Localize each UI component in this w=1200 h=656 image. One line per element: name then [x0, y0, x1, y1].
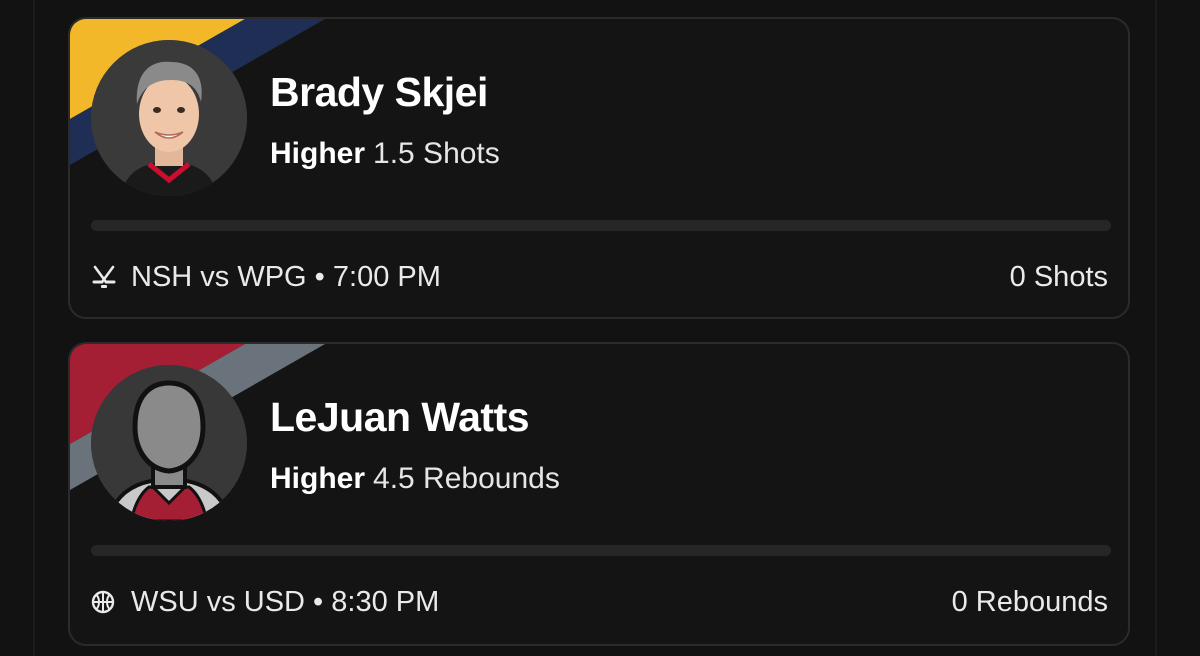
- game-info: NSH vs WPG • 7:00 PM: [91, 259, 441, 295]
- right-divider: [1155, 0, 1157, 656]
- pick-direction: Higher: [270, 462, 366, 495]
- pick-card-brady-skjei[interactable]: Brady Skjei Higher 1.5 Shots NSH vs WPG •…: [68, 17, 1130, 319]
- player-silhouette-icon: [91, 365, 247, 521]
- progress-bar: [91, 220, 1111, 231]
- current-result: 0 Shots: [1009, 260, 1108, 293]
- pick-card-lejuan-watts[interactable]: LeJuan Watts Higher 4.5 Rebounds WSU vs U…: [68, 342, 1130, 646]
- pick-direction: Higher: [270, 137, 366, 170]
- game-info: WSU vs USD • 8:30 PM: [91, 584, 439, 620]
- hockey-sticks-icon: [91, 263, 119, 291]
- game-matchup-time: WSU vs USD • 8:30 PM: [131, 585, 440, 618]
- pick-stat-line: 1.5 Shots: [373, 137, 500, 170]
- player-avatar: [91, 40, 247, 196]
- pick-line: Higher 1.5 Shots: [270, 137, 500, 171]
- pick-stat-line: 4.5 Rebounds: [373, 462, 560, 495]
- player-avatar: [91, 365, 247, 521]
- game-matchup-time: NSH vs WPG • 7:00 PM: [131, 260, 441, 293]
- player-photo-icon: [91, 40, 247, 196]
- basketball-icon: [91, 588, 119, 616]
- pick-line: Higher 4.5 Rebounds: [270, 462, 560, 496]
- progress-bar: [91, 545, 1111, 556]
- player-name: LeJuan Watts: [270, 394, 530, 440]
- current-result: 0 Rebounds: [951, 585, 1108, 618]
- player-name: Brady Skjei: [270, 69, 488, 115]
- left-divider: [33, 0, 35, 656]
